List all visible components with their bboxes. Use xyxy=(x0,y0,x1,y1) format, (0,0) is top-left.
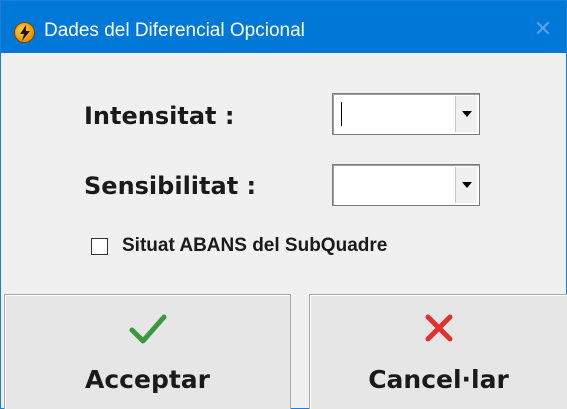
cancel-button-label: Cancel·lar xyxy=(368,365,509,394)
app-icon xyxy=(14,22,35,43)
text-caret xyxy=(341,102,342,126)
cross-icon xyxy=(425,314,452,342)
sensibilitat-dropdown[interactable] xyxy=(332,164,480,206)
intensitat-label: Intensitat : xyxy=(84,102,235,130)
cancel-button[interactable]: Cancel·lar xyxy=(309,294,567,409)
accept-button[interactable]: Acceptar xyxy=(4,294,291,409)
dialog-window: Dades del Diferencial Opcional ✕ Intensi… xyxy=(0,0,567,409)
close-icon[interactable]: ✕ xyxy=(528,15,558,45)
title-bar[interactable]: Dades del Diferencial Opcional ✕ xyxy=(1,1,566,53)
chevron-down-icon[interactable] xyxy=(455,96,477,132)
check-icon xyxy=(129,314,166,344)
situat-abans-checkbox[interactable] xyxy=(91,238,108,255)
chevron-down-icon[interactable] xyxy=(455,167,477,203)
sensibilitat-label: Sensibilitat : xyxy=(84,172,257,200)
situat-abans-label[interactable]: Situat ABANS del SubQuadre xyxy=(122,235,387,257)
accept-button-label: Acceptar xyxy=(85,365,210,394)
window-title: Dades del Diferencial Opcional xyxy=(44,20,305,41)
intensitat-dropdown[interactable] xyxy=(332,93,480,135)
